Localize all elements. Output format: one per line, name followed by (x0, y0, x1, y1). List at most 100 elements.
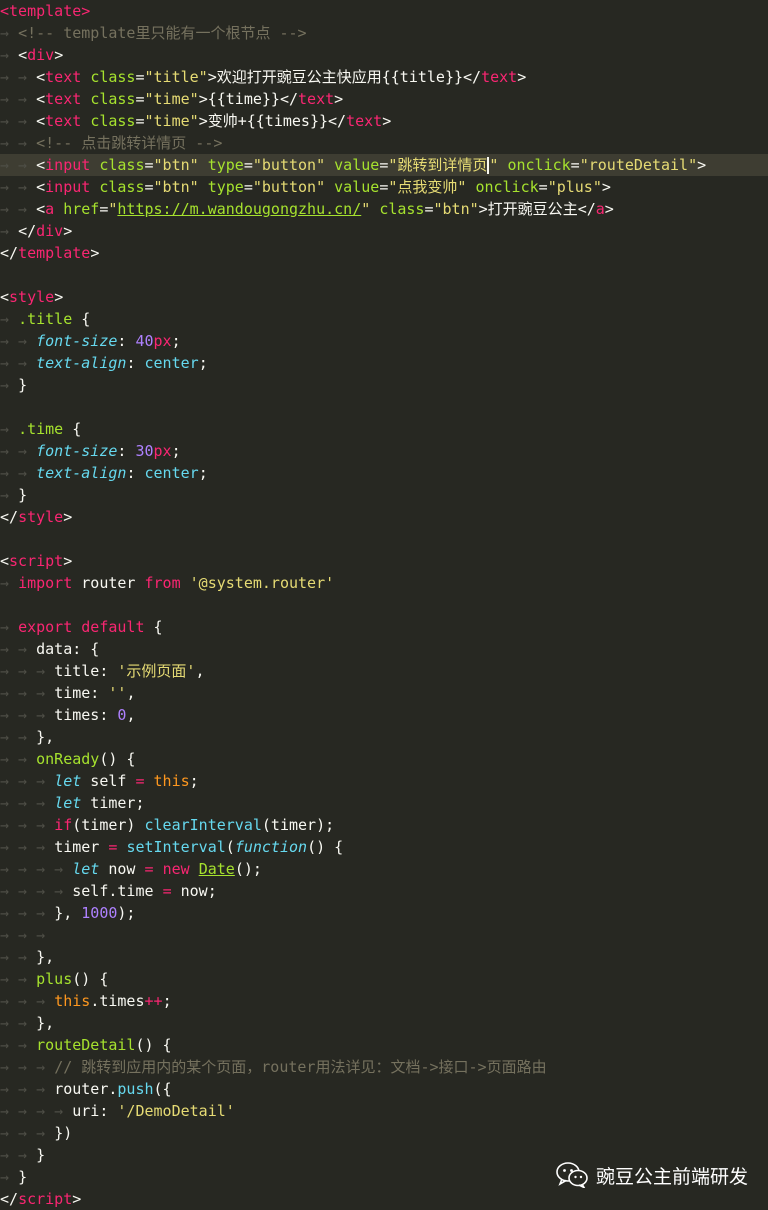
code-line[interactable]: <script> (0, 550, 768, 572)
code-line[interactable]: → → font-size: 30px; (0, 440, 768, 462)
code-line[interactable] (0, 594, 768, 616)
code-line[interactable]: → export default { (0, 616, 768, 638)
indent-guide: → (0, 486, 19, 504)
indent-guide: → → → (0, 926, 55, 944)
code-token: ; (162, 992, 172, 1010)
code-line[interactable]: → → → title: '示例页面', (0, 660, 768, 682)
code-line[interactable]: → import router from '@system.router' (0, 572, 768, 594)
code-line[interactable]: → → <text class="time">{{time}}</text> (0, 88, 768, 110)
code-token: clearInterval (144, 816, 262, 834)
code-token: new (162, 860, 190, 878)
code-line[interactable]: → → → router.push({ (0, 1078, 768, 1100)
code-line[interactable]: → → → → let now = new Date(); (0, 858, 768, 880)
code-token: class (90, 90, 136, 108)
code-line[interactable]: → → text-align: center; (0, 462, 768, 484)
code-line[interactable]: → → → }, 1000); (0, 902, 768, 924)
code-line[interactable]: → .title { (0, 308, 768, 330)
code-token: > (697, 156, 707, 174)
code-token: self.time (72, 882, 163, 900)
code-line[interactable]: → → <input class="btn" type="button" val… (0, 154, 768, 176)
code-token: > (63, 552, 73, 570)
code-token: '/DemoDetail' (117, 1102, 235, 1120)
code-line[interactable] (0, 528, 768, 550)
code-line[interactable]: → → → let timer; (0, 792, 768, 814)
code-token: // 跳转到应用内的某个页面，router用法详见：文档->接口->页面路由 (54, 1058, 547, 1076)
code-line[interactable]: → → <!-- 点击跳转详情页 --> (0, 132, 768, 154)
code-token: font-size (36, 332, 118, 350)
code-line[interactable]: → .time { (0, 418, 768, 440)
code-line[interactable]: → → → // 跳转到应用内的某个页面，router用法详见：文档->接口->… (0, 1056, 768, 1078)
code-token: .time (18, 420, 64, 438)
code-line[interactable]: → → → time: '', (0, 682, 768, 704)
code-token: (timer); (261, 816, 335, 834)
code-token: font-size (36, 442, 118, 460)
code-line[interactable]: → → → this.times++; (0, 990, 768, 1012)
code-line[interactable]: <style> (0, 286, 768, 308)
code-line[interactable]: → → <text class="title">欢迎打开豌豆公主快应用{{tit… (0, 66, 768, 88)
code-line[interactable]: → → data: { (0, 638, 768, 660)
code-token: < (0, 288, 10, 306)
code-token: < (36, 200, 46, 218)
code-line[interactable]: → → → → uri: '/DemoDetail' (0, 1100, 768, 1122)
code-token: > (601, 178, 611, 196)
code-line[interactable]: → → <text class="time">变帅+{{times}}</tex… (0, 110, 768, 132)
indent-guide: → (0, 222, 19, 240)
code-line[interactable]: → → }, (0, 946, 768, 968)
code-token: input (45, 178, 91, 196)
code-line[interactable]: <template> (0, 0, 768, 22)
code-line[interactable] (0, 264, 768, 286)
watermark-text: 豌豆公主前端研发 (596, 1165, 749, 1188)
code-line[interactable]: → </div> (0, 220, 768, 242)
code-line[interactable]: → → → → self.time = now; (0, 880, 768, 902)
code-token: (timer) (72, 816, 145, 834)
code-token: }) (54, 1124, 73, 1142)
code-line[interactable] (0, 396, 768, 418)
code-token: times: (54, 706, 118, 724)
code-line[interactable]: → → }, (0, 1012, 768, 1034)
indent-guide: → → → (0, 772, 55, 790)
code-line[interactable]: → → plus() { (0, 968, 768, 990)
indent-guide: → (0, 574, 19, 592)
code-token: : (126, 354, 145, 372)
code-line[interactable]: → → → times: 0, (0, 704, 768, 726)
code-token: from (144, 574, 181, 592)
code-line[interactable]: → } (0, 484, 768, 506)
code-line[interactable]: → → → let self = this; (0, 770, 768, 792)
code-line[interactable]: → → → (0, 924, 768, 946)
code-token: }, (54, 904, 82, 922)
code-line[interactable]: → → <input class="btn" type="button" val… (0, 176, 768, 198)
code-token: >{{time}}</ (198, 90, 299, 108)
code-line[interactable]: → → <a href="https://m.wandougongzhu.cn/… (0, 198, 768, 220)
code-token: text (481, 68, 518, 86)
code-token: "plus" (547, 178, 602, 196)
code-line[interactable]: → → → timer = setInterval(function() { (0, 836, 768, 858)
code-line[interactable]: </template> (0, 242, 768, 264)
code-token: = (144, 156, 154, 174)
code-token: router. (54, 1080, 118, 1098)
code-token: function (234, 838, 308, 856)
code-line[interactable]: → → → }) (0, 1122, 768, 1144)
code-token: script (18, 1190, 73, 1208)
code-line[interactable]: → } (0, 374, 768, 396)
code-token: routeDetail (36, 1036, 136, 1054)
code-editor[interactable]: <template> → <!-- template里只能有一个根节点 --> → … (0, 0, 768, 1209)
code-line[interactable]: → → → if(timer) clearInterval(timer); (0, 814, 768, 836)
code-token: "跳转到详情页 (388, 156, 488, 174)
code-token: let (72, 860, 100, 878)
code-line[interactable]: </style> (0, 506, 768, 528)
code-line[interactable]: → → text-align: center; (0, 352, 768, 374)
code-token: > (604, 200, 614, 218)
indent-guide: → → (0, 112, 37, 130)
code-token: 40 (135, 332, 154, 350)
code-line[interactable]: → → font-size: 40px; (0, 330, 768, 352)
code-token: px (153, 442, 172, 460)
indent-guide: → → (0, 90, 37, 108)
code-line[interactable]: → → }, (0, 726, 768, 748)
code-line[interactable]: → → onReady() { (0, 748, 768, 770)
indent-guide: → → (0, 332, 37, 350)
code-line[interactable]: → <div> (0, 44, 768, 66)
code-token: "time" (144, 90, 199, 108)
code-line[interactable]: → → routeDetail() { (0, 1034, 768, 1056)
code-line[interactable]: → <!-- template里只能有一个根节点 --> (0, 22, 768, 44)
